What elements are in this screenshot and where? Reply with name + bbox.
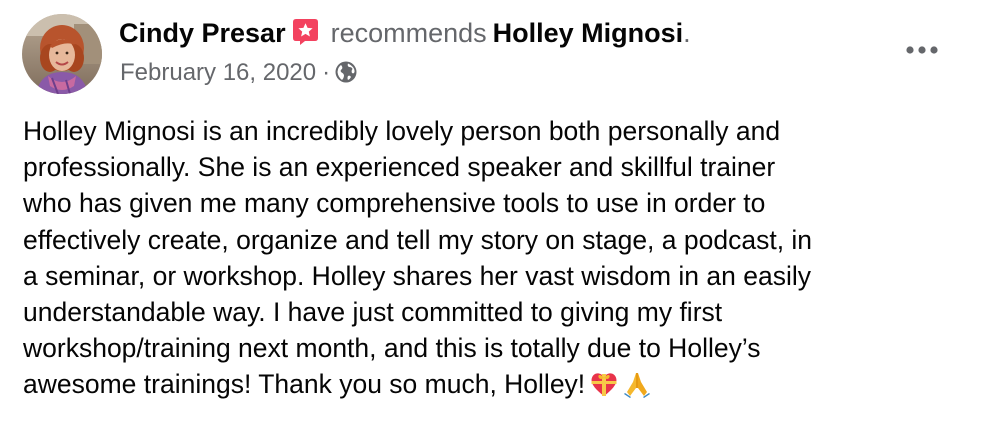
meta-separator: · [322, 59, 331, 86]
more-options-icon [900, 36, 944, 64]
heart-with-ribbon-icon [589, 370, 619, 398]
author-name[interactable]: Cindy Presar [119, 18, 286, 48]
recommendation-post: Cindy Presar recommends Holley Mignosi. Fe… [0, 0, 984, 426]
header-period: . [683, 18, 691, 48]
recommends-text: recommends [330, 18, 487, 48]
recommendation-star-icon [292, 18, 319, 45]
globe-icon[interactable] [334, 60, 358, 84]
avatar[interactable] [22, 14, 102, 94]
folded-hands-icon [623, 370, 651, 399]
more-options-button[interactable] [900, 36, 944, 64]
post-date[interactable]: February 16, 2020 [120, 59, 316, 86]
recommended-page-name[interactable]: Holley Mignosi [493, 18, 684, 48]
post-meta: February 16, 2020 · [120, 58, 358, 88]
post-body: Holley Mignosi is an incredibly lovely p… [23, 113, 968, 403]
post-header: Cindy Presar recommends Holley Mignosi. [119, 15, 691, 51]
post-body-text: Holley Mignosi is an incredibly lovely p… [23, 116, 813, 400]
